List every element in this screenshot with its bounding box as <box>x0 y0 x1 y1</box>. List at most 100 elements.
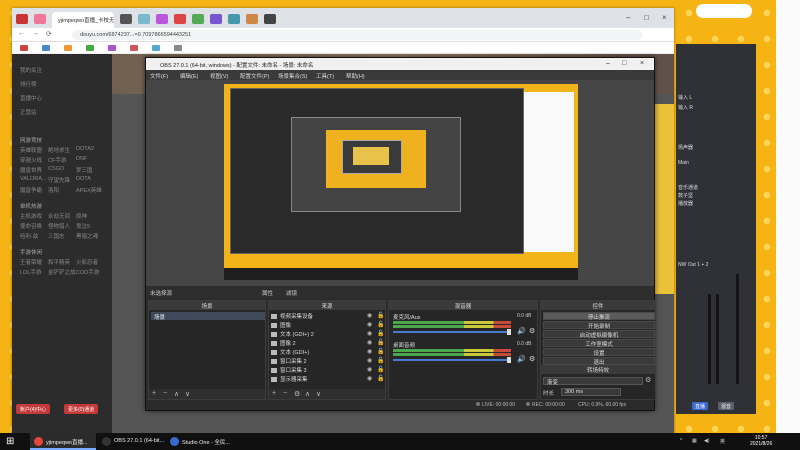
tab-icon[interactable] <box>192 14 204 24</box>
move-up-icon[interactable]: ∧ <box>305 390 310 398</box>
sidebar-button-right[interactable]: 更多(0)通道 <box>64 404 99 414</box>
preview-canvas[interactable] <box>224 84 578 280</box>
volume-knob[interactable] <box>507 357 511 363</box>
lock-icon[interactable]: 🔓 <box>377 348 384 355</box>
volume-knob[interactable] <box>507 329 511 335</box>
url-field[interactable]: douyu.com/6874237...=0.7097866594443251 <box>72 30 642 40</box>
sidebar-game-link[interactable]: 怪物猎人 <box>48 222 70 230</box>
control-button[interactable]: 工作室模式 <box>543 339 655 348</box>
taskbar-item[interactable]: Studio One - 全民... <box>166 433 232 450</box>
source-item[interactable]: 窗口采集 2 ◉ 🔓 <box>271 357 385 365</box>
control-button[interactable]: 设置 <box>543 348 655 357</box>
tab-icon[interactable] <box>120 14 132 24</box>
tab-icon[interactable] <box>210 14 222 24</box>
network-icon[interactable]: ▦ <box>692 438 697 444</box>
lock-icon[interactable]: 🔓 <box>377 330 384 337</box>
channel-fader[interactable] <box>716 294 719 384</box>
bookmark-icon[interactable] <box>64 45 72 51</box>
taskbar-item[interactable]: OBS 27.0.1 (64-bit... <box>98 433 164 450</box>
pinned-tab-icon[interactable] <box>16 14 28 24</box>
tab-active[interactable]: yjimpeqwo直播_卡枝无间游戏 <box>52 12 114 28</box>
windows-start-icon[interactable]: ⊞ <box>6 436 14 447</box>
source-item[interactable]: 窗口采集 3 ◉ 🔓 <box>271 366 385 374</box>
tab-icon[interactable] <box>156 14 168 24</box>
tab-icon[interactable] <box>246 14 258 24</box>
system-clock[interactable]: 10:57 2021/8/26 <box>750 435 772 447</box>
filters-button[interactable]: 滤镜 <box>286 289 297 297</box>
source-item[interactable]: 文本 (GDI+) ◉ 🔓 <box>271 348 385 356</box>
remove-icon[interactable]: − <box>163 390 167 397</box>
sidebar-game-link[interactable]: 主机游戏 <box>20 212 42 220</box>
source-item[interactable]: 图像 2 ◉ 🔓 <box>271 339 385 347</box>
sidebar-game-link[interactable]: 鬼泣5 <box>76 222 90 230</box>
bookmark-icon[interactable] <box>42 45 50 51</box>
menu-item[interactable]: 帮助(H) <box>346 72 365 80</box>
sidebar-game-link[interactable]: 王者荣耀 <box>20 258 42 266</box>
sidebar-game-link[interactable]: 绝地求生 <box>48 146 70 154</box>
add-icon[interactable]: + <box>152 390 156 397</box>
eye-icon[interactable]: ◉ <box>367 312 372 319</box>
menu-item[interactable]: 视图(V) <box>210 72 228 80</box>
volume-icon[interactable]: ◀) <box>704 438 710 444</box>
source-item[interactable]: 视频采集设备 ◉ 🔓 <box>271 312 385 320</box>
bookmark-icon[interactable] <box>20 45 28 51</box>
sidebar-game-link[interactable]: APEX英雄 <box>76 186 102 194</box>
menu-item[interactable]: 编辑(E) <box>180 72 198 80</box>
bookmark-icon[interactable] <box>108 45 116 51</box>
maximize-icon[interactable]: □ <box>622 60 626 67</box>
sidebar-game-link[interactable]: LOL手游 <box>20 268 41 276</box>
sidebar-game-link[interactable]: 洛阳 <box>48 186 59 194</box>
sidebar-game-link[interactable]: 火影忍者 <box>76 258 98 266</box>
forward-icon[interactable]: → <box>32 30 39 37</box>
tab-icon[interactable] <box>174 14 186 24</box>
move-down-icon[interactable]: ∨ <box>316 390 321 398</box>
close-icon[interactable]: × <box>662 13 667 22</box>
pinned-tab-icon[interactable] <box>34 14 46 24</box>
sidebar-game-link[interactable]: 和平精英 <box>48 258 70 266</box>
gear-icon[interactable]: ⚙ <box>294 390 300 398</box>
move-down-icon[interactable]: ∨ <box>185 390 190 398</box>
transition-select[interactable]: 渐变 <box>543 377 643 386</box>
bookmark-icon[interactable] <box>130 45 138 51</box>
gear-icon[interactable]: ⚙ <box>645 376 651 384</box>
sidebar-link[interactable]: 我的关注 <box>20 66 42 74</box>
control-button[interactable]: 退出 <box>543 357 655 366</box>
close-icon[interactable]: × <box>640 60 644 67</box>
add-icon[interactable]: + <box>272 390 276 397</box>
gear-icon[interactable]: ⚙ <box>529 355 535 363</box>
eye-icon[interactable]: ◉ <box>367 357 372 364</box>
eye-icon[interactable]: ◉ <box>367 348 372 355</box>
sidebar-game-link[interactable]: 三国志 <box>48 232 65 240</box>
source-item[interactable]: 文本 (GDI+) 2 ◉ 🔓 <box>271 330 385 338</box>
remove-icon[interactable]: − <box>283 390 287 397</box>
lock-icon[interactable]: 🔓 <box>377 375 384 382</box>
eye-icon[interactable]: ◉ <box>367 375 372 382</box>
control-button[interactable]: 停止推流 <box>543 312 655 321</box>
source-item[interactable]: 图像 ◉ 🔓 <box>271 321 385 329</box>
sidebar-game-link[interactable]: DOTA2 <box>76 146 94 152</box>
scene-item[interactable]: 场景 <box>151 312 265 321</box>
lock-icon[interactable]: 🔓 <box>377 312 384 319</box>
minimize-icon[interactable]: – <box>606 60 610 67</box>
sidebar-game-link[interactable]: DNF <box>76 156 87 162</box>
sidebar-game-link[interactable]: COD手游 <box>76 268 99 276</box>
tab-icon[interactable] <box>264 14 276 24</box>
properties-button[interactable]: 属性 <box>262 289 273 297</box>
gear-icon[interactable]: ⚙ <box>529 327 535 335</box>
sidebar-game-link[interactable]: 哈利·兹 <box>20 232 38 240</box>
sidebar-game-link[interactable]: 金铲铲之战 <box>48 268 76 276</box>
volume-slider[interactable] <box>393 359 511 361</box>
studio-button-mix[interactable]: 混音 <box>718 402 735 410</box>
sidebar-game-link[interactable]: 穿越火线 <box>20 156 42 164</box>
menu-item[interactable]: 文件(F) <box>150 72 168 80</box>
bookmark-icon[interactable] <box>152 45 160 51</box>
taskbar-item[interactable]: yjimpeqwo直播... <box>30 433 96 450</box>
minimize-icon[interactable]: – <box>626 13 630 22</box>
sidebar-link[interactable]: 正营站 <box>20 108 37 116</box>
sidebar-link[interactable]: 排行榜 <box>20 80 37 88</box>
source-item[interactable]: 显示器采集 ◉ 🔓 <box>271 375 385 383</box>
bookmark-icon[interactable] <box>86 45 94 51</box>
duration-field[interactable]: 300 ms <box>561 388 621 396</box>
eye-icon[interactable]: ◉ <box>367 366 372 373</box>
bookmark-icon[interactable] <box>174 45 182 51</box>
